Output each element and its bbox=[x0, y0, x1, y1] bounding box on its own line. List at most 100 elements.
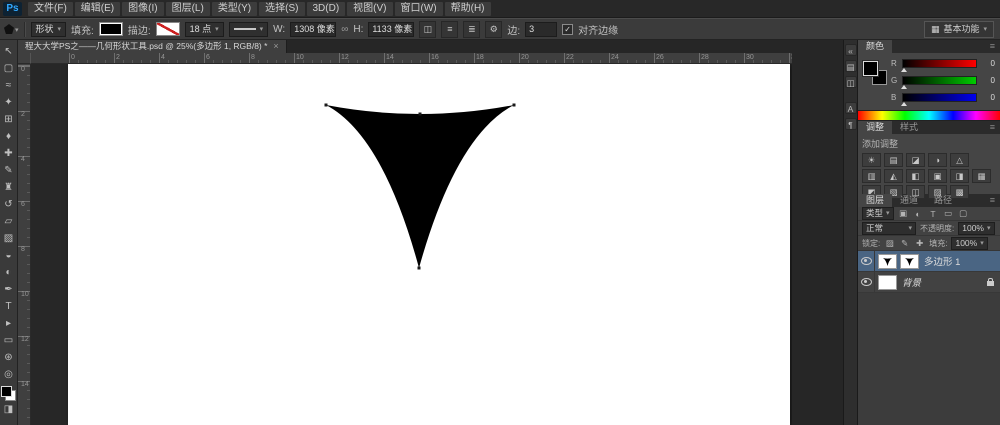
blue-slider[interactable] bbox=[902, 93, 977, 102]
move-tool[interactable]: ↖ bbox=[1, 43, 17, 60]
menu-layer[interactable]: 图层(L) bbox=[166, 2, 210, 16]
layer-row-polygon-1[interactable]: 多边形 1 bbox=[858, 251, 1000, 272]
eye-icon[interactable] bbox=[861, 278, 872, 286]
shape-width-field[interactable]: 1308 像素 bbox=[290, 22, 336, 37]
history-brush-tool[interactable]: ↺ bbox=[1, 196, 17, 213]
pen-tool[interactable]: ✒ bbox=[1, 281, 17, 298]
menu-type[interactable]: 类型(Y) bbox=[212, 2, 257, 16]
type-tool[interactable]: T bbox=[1, 298, 17, 315]
healing-brush-tool[interactable]: ✚ bbox=[1, 145, 17, 162]
curves-icon[interactable]: ◪ bbox=[906, 153, 925, 167]
pixel-filter-icon[interactable]: ▣ bbox=[898, 208, 909, 219]
color-spectrum-ramp[interactable] bbox=[858, 110, 1000, 121]
hand-tool[interactable]: ⊛ bbox=[1, 349, 17, 366]
quick-select-tool[interactable]: ✦ bbox=[1, 94, 17, 111]
shape-tool[interactable]: ▭ bbox=[1, 332, 17, 349]
vertical-ruler[interactable]: 0246810121416 bbox=[18, 64, 31, 425]
lock-transparency-icon[interactable]: ▨ bbox=[884, 238, 895, 249]
levels-icon[interactable]: ▤ bbox=[884, 153, 903, 167]
layer-thumbnail[interactable] bbox=[878, 275, 897, 290]
brightness-contrast-icon[interactable]: ☀ bbox=[862, 153, 881, 167]
menu-file[interactable]: 文件(F) bbox=[28, 2, 73, 16]
slider-handle[interactable] bbox=[901, 68, 907, 72]
marquee-tool[interactable]: ▢ bbox=[1, 60, 17, 77]
color-panel-swatches[interactable] bbox=[863, 61, 887, 85]
foreground-background-swatches[interactable] bbox=[1, 386, 16, 401]
tab-adjustments[interactable]: 调整 bbox=[858, 121, 892, 134]
paragraph-panel-icon[interactable]: ¶ bbox=[845, 118, 857, 130]
adjustment-filter-icon[interactable]: ◐ bbox=[913, 209, 924, 219]
tab-layers[interactable]: 图层 bbox=[858, 194, 892, 207]
workspace-switcher-button[interactable]: ▦ 基本功能 ▾ bbox=[924, 21, 994, 38]
clone-stamp-tool[interactable]: ♜ bbox=[1, 179, 17, 196]
document-tab[interactable]: 程大大学PS之——几何形状工具.psd @ 25%(多边形 1, RGB/8) … bbox=[18, 40, 287, 53]
lock-position-icon[interactable]: ✚ bbox=[914, 238, 925, 249]
path-select-tool[interactable]: ▸ bbox=[1, 315, 17, 332]
tool-preset-button[interactable]: ▾ bbox=[4, 24, 19, 34]
menu-3d[interactable]: 3D(D) bbox=[307, 2, 346, 16]
opacity-field[interactable]: 100% ▾ bbox=[958, 222, 994, 235]
menu-image[interactable]: 图像(I) bbox=[122, 2, 163, 16]
black-white-icon[interactable]: ◧ bbox=[906, 169, 925, 183]
layer-filter-type-select[interactable]: 类型 ▾ bbox=[862, 207, 894, 220]
vibrance-icon[interactable]: △ bbox=[950, 153, 969, 167]
eyedropper-tool[interactable]: ♦ bbox=[1, 128, 17, 145]
history-panel-icon[interactable]: ▤ bbox=[845, 60, 857, 72]
canvas-viewport[interactable] bbox=[31, 64, 792, 425]
vector-mask-thumbnail[interactable] bbox=[900, 254, 919, 269]
layer-thumbnail[interactable] bbox=[878, 254, 897, 269]
brush-tool[interactable]: ✎ bbox=[1, 162, 17, 179]
visibility-cell[interactable] bbox=[858, 251, 875, 271]
menu-select[interactable]: 选择(S) bbox=[259, 2, 304, 16]
gradient-tool[interactable]: ▨ bbox=[1, 230, 17, 247]
expand-dock-icon[interactable]: « bbox=[845, 44, 857, 56]
panel-menu-icon[interactable]: ≡ bbox=[985, 121, 1000, 134]
lock-pixels-icon[interactable]: ✎ bbox=[899, 238, 910, 249]
shape-height-field[interactable]: 1133 像素 bbox=[368, 22, 414, 37]
stroke-width-select[interactable]: 18 点 ▾ bbox=[185, 22, 224, 37]
path-alignment-button[interactable]: ≡ bbox=[441, 21, 458, 38]
tool-mode-select[interactable]: 形状 ▾ bbox=[31, 22, 67, 37]
eraser-tool[interactable]: ▱ bbox=[1, 213, 17, 230]
close-icon[interactable]: × bbox=[273, 40, 278, 53]
panel-menu-icon[interactable]: ≡ bbox=[985, 40, 1000, 53]
menu-view[interactable]: 视图(V) bbox=[347, 2, 392, 16]
zoom-tool[interactable]: ◎ bbox=[1, 366, 17, 383]
sides-field[interactable]: 3 bbox=[525, 22, 557, 37]
menu-window[interactable]: 窗口(W) bbox=[395, 2, 443, 16]
color-lookup-icon[interactable]: ▦ bbox=[972, 169, 991, 183]
foreground-color-swatch[interactable] bbox=[863, 61, 878, 76]
exposure-icon[interactable]: ◑ bbox=[928, 153, 947, 167]
gear-icon[interactable]: ⚙ bbox=[485, 21, 502, 38]
smart-object-filter-icon[interactable]: ▢ bbox=[958, 208, 969, 219]
red-slider[interactable] bbox=[902, 59, 977, 68]
tab-color[interactable]: 颜色 bbox=[858, 40, 892, 53]
quick-mask-button[interactable]: ◨ bbox=[1, 401, 17, 418]
channel-mixer-icon[interactable]: ◨ bbox=[950, 169, 969, 183]
stroke-type-select[interactable]: ▾ bbox=[229, 22, 269, 37]
fill-swatch[interactable] bbox=[99, 22, 123, 36]
stroke-swatch[interactable] bbox=[156, 22, 180, 36]
align-edges-checkbox[interactable]: ✓ bbox=[562, 24, 573, 35]
blur-tool[interactable]: ◒ bbox=[1, 247, 17, 264]
visibility-cell[interactable] bbox=[858, 272, 875, 292]
path-operations-button[interactable]: ◫ bbox=[419, 21, 436, 38]
blue-value[interactable]: 0 bbox=[981, 93, 995, 102]
green-slider[interactable] bbox=[902, 76, 977, 85]
crop-tool[interactable]: ⊞ bbox=[1, 111, 17, 128]
slider-handle[interactable] bbox=[901, 102, 907, 106]
hue-saturation-icon[interactable]: ▥ bbox=[862, 169, 881, 183]
type-filter-icon[interactable]: T bbox=[928, 209, 939, 219]
photo-filter-icon[interactable]: ▣ bbox=[928, 169, 947, 183]
red-value[interactable]: 0 bbox=[981, 59, 995, 68]
color-balance-icon[interactable]: ◭ bbox=[884, 169, 903, 183]
panel-menu-icon[interactable]: ≡ bbox=[985, 194, 1000, 207]
green-value[interactable]: 0 bbox=[981, 76, 995, 85]
dodge-tool[interactable]: ◐ bbox=[1, 264, 17, 281]
properties-panel-icon[interactable]: ◫ bbox=[845, 76, 857, 88]
blend-mode-select[interactable]: 正常 ▾ bbox=[862, 222, 916, 235]
tab-channels[interactable]: 通道 bbox=[892, 194, 926, 207]
link-dimensions-icon[interactable]: ∞ bbox=[341, 24, 348, 35]
character-panel-icon[interactable]: A bbox=[845, 102, 857, 114]
menu-help[interactable]: 帮助(H) bbox=[445, 2, 491, 16]
